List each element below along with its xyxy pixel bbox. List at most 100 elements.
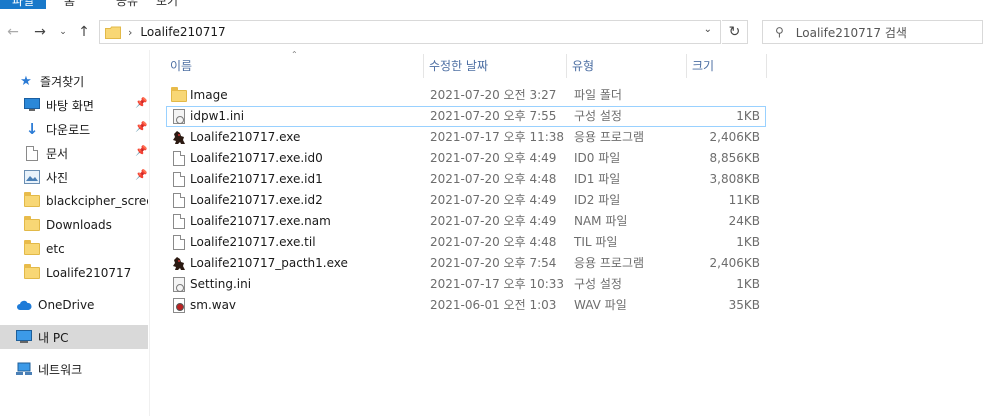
column-name-header[interactable]: 이름 (166, 54, 422, 78)
nav-item-etc-folder[interactable]: etc (0, 237, 148, 261)
file-name-cell: Loalife210717.exe.nam (171, 211, 331, 232)
recent-locations-chevron-icon[interactable]: ⌄ (56, 21, 70, 43)
nav-quick-access[interactable]: ★ 즐겨찾기 (0, 69, 148, 93)
search-placeholder: Loalife210717 검색 (795, 25, 907, 40)
ribbon-tab-view[interactable]: 보기 (156, 0, 178, 9)
file-date: 2021-07-20 오후 7:55 (430, 109, 557, 123)
up-arrow-icon[interactable]: ↑ (74, 21, 94, 43)
file-name: Loalife210717.exe.id1 (190, 172, 323, 186)
file-row[interactable]: idpw1.ini 2021-07-20 오후 7:55 구성 설정 1KB (166, 106, 766, 127)
audio-file-icon (171, 298, 187, 314)
nav-item-network[interactable]: 네트워크 (0, 357, 148, 381)
desktop-icon (24, 97, 40, 113)
file-icon (171, 214, 187, 230)
ribbon-tab-file[interactable]: 파일 (0, 0, 46, 9)
file-name-cell: Loalife210717_pacth1.exe (171, 253, 348, 274)
address-bar[interactable]: › Loalife210717 ⌄ (99, 20, 721, 44)
pin-icon[interactable]: 📌 (135, 170, 147, 181)
nav-item-pictures[interactable]: 사진 📌 (0, 165, 148, 189)
file-row[interactable]: Loalife210717.exe.id1 2021-07-20 오후 4:48 I… (166, 169, 766, 190)
file-date: 2021-07-17 오후 10:33 (430, 277, 565, 291)
file-date: 2021-07-20 오후 4:49 (430, 214, 557, 228)
document-icon (24, 145, 40, 161)
file-name-cell: Image (171, 85, 228, 106)
file-name-cell: Loalife210717.exe (171, 127, 300, 148)
navigation-bar: ← → ⌄ ↑ › Loalife210717 ⌄ ↻ ⚲ Loalife210… (0, 16, 983, 48)
folder-icon (105, 26, 121, 39)
file-row[interactable]: Loalife210717.exe.til 2021-07-20 오후 4:48 T… (166, 232, 766, 253)
folder-icon (24, 216, 40, 233)
file-type: ID1 파일 (574, 172, 621, 186)
folder-icon (171, 86, 187, 104)
refresh-icon[interactable]: ↻ (722, 20, 748, 44)
file-type: 응용 프로그램 (574, 256, 645, 270)
file-row[interactable]: Loalife210717.exe.id2 2021-07-20 오후 4:49 I… (166, 190, 766, 211)
file-size: 2,406KB (709, 256, 760, 270)
pin-icon[interactable]: 📌 (135, 122, 147, 133)
back-arrow-icon[interactable]: ← (4, 21, 22, 43)
ribbon-tab-home[interactable]: 홈 (64, 0, 75, 9)
file-row[interactable]: Loalife210717.exe 2021-07-17 오후 11:38 응용 프… (166, 127, 766, 148)
nav-item-blackcipher-folder[interactable]: blackcipher_screens (0, 189, 148, 213)
nav-item-documents[interactable]: 문서 📌 (0, 141, 148, 165)
column-type-header[interactable]: 유형 (568, 54, 684, 78)
nav-item-onedrive[interactable]: OneDrive (0, 293, 148, 317)
file-size: 24KB (728, 214, 760, 228)
breadcrumb-current-folder[interactable]: Loalife210717 (140, 25, 225, 39)
column-divider[interactable] (766, 54, 767, 78)
file-type: ID2 파일 (574, 193, 621, 207)
file-size: 1KB (736, 235, 760, 249)
file-size: 35KB (728, 298, 760, 312)
column-divider[interactable] (423, 54, 424, 78)
file-icon (171, 193, 187, 209)
application-icon (171, 130, 187, 146)
chevron-right-icon[interactable]: › (128, 26, 132, 39)
file-row[interactable]: Loalife210717_pacth1.exe 2021-07-20 오후 7:… (166, 253, 766, 274)
nav-item-loalife-folder[interactable]: Loalife210717 (0, 261, 148, 285)
ribbon-tab-share[interactable]: 공유 (116, 0, 138, 9)
file-type: 구성 설정 (574, 277, 622, 291)
search-icon: ⚲ (775, 25, 784, 39)
file-row[interactable]: Loalife210717.exe.id0 2021-07-20 오후 4:49 I… (166, 148, 766, 169)
file-type: NAM 파일 (574, 214, 628, 228)
file-icon (171, 172, 187, 188)
pin-icon[interactable]: 📌 (135, 146, 147, 157)
file-type: 응용 프로그램 (574, 130, 645, 144)
file-row[interactable]: Setting.ini 2021-07-17 오후 10:33 구성 설정 1KB (166, 274, 766, 295)
file-row[interactable]: Image 2021-07-20 오전 3:27 파일 폴더 (166, 85, 766, 106)
file-date: 2021-06-01 오전 1:03 (430, 298, 557, 312)
pin-icon[interactable]: 📌 (135, 98, 147, 109)
chevron-down-icon[interactable]: ⌄ (704, 24, 712, 35)
nav-label: Loalife210717 (46, 266, 132, 280)
search-box[interactable]: ⚲ Loalife210717 검색 (762, 20, 983, 44)
forward-arrow-icon[interactable]: → (30, 21, 50, 43)
nav-item-downloads-folder[interactable]: Downloads (0, 213, 148, 237)
nav-item-this-pc[interactable]: 내 PC (0, 325, 148, 349)
file-type: TIL 파일 (574, 235, 618, 249)
file-size: 8,856KB (709, 151, 760, 165)
file-size (690, 85, 760, 106)
nav-item-desktop[interactable]: 바탕 화면 📌 (0, 93, 148, 117)
file-type: WAV 파일 (574, 298, 627, 312)
file-date: 2021-07-17 오후 11:38 (430, 130, 565, 144)
file-name: Loalife210717.exe.til (190, 235, 316, 249)
column-date-header[interactable]: 수정한 날짜 (425, 54, 565, 78)
network-icon (16, 361, 32, 377)
nav-label: Downloads (46, 218, 112, 232)
column-size-header[interactable]: 크기 (688, 54, 764, 78)
file-type: 파일 폴더 (574, 88, 622, 102)
file-size: 1KB (736, 277, 760, 291)
nav-label: 사진 (46, 170, 69, 185)
file-row[interactable]: Loalife210717.exe.nam 2021-07-20 오후 4:49 N… (166, 211, 766, 232)
settings-file-icon (171, 109, 187, 125)
cloud-icon (16, 297, 32, 313)
nav-label: 네트워크 (38, 362, 83, 377)
column-divider[interactable] (566, 54, 567, 78)
file-name: Loalife210717.exe (190, 130, 301, 144)
file-type: 구성 설정 (574, 109, 622, 123)
nav-item-downloads[interactable]: ↓ 다운로드 📌 (0, 117, 148, 141)
folder-icon (24, 264, 40, 281)
pictures-icon (24, 169, 40, 185)
file-row[interactable]: sm.wav 2021-06-01 오전 1:03 WAV 파일 35KB (166, 295, 766, 316)
column-divider[interactable] (686, 54, 687, 78)
